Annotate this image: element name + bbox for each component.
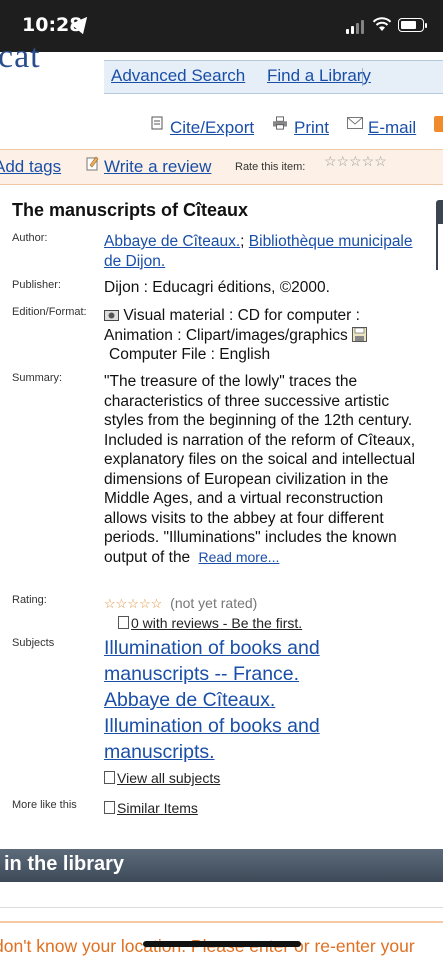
document-icon: [118, 615, 129, 629]
cite-export-link[interactable]: Cite/Export: [170, 118, 254, 138]
visual-material-icon: [104, 310, 119, 321]
summary-value: "The treasure of the lowly" traces the c…: [104, 372, 422, 567]
find-library-link[interactable]: Find a Library: [267, 66, 371, 86]
summary-label: Summary:: [12, 372, 63, 384]
view-all-subjects-link[interactable]: View all subjects: [117, 770, 220, 786]
home-indicator[interactable]: [143, 941, 301, 947]
author-link-1[interactable]: Abbaye de Cîteaux.: [104, 233, 240, 250]
print-link[interactable]: Print: [294, 118, 329, 138]
library-section-header: in the library: [0, 849, 443, 882]
add-tags-link[interactable]: Add tags: [0, 157, 61, 177]
divider: [0, 907, 443, 908]
record-title: The manuscripts of Cîteaux: [12, 200, 249, 220]
subject-link[interactable]: Illumination of books and manuscripts.: [104, 715, 320, 763]
subjects-list: Illumination of books and manuscripts --…: [104, 635, 422, 765]
more-like-this-label: More like this: [12, 799, 77, 811]
subject-link[interactable]: Abbaye de Cîteaux.: [104, 689, 275, 711]
site-header: cat Advanced Search Find a Library: [0, 38, 443, 102]
share-icon[interactable]: [434, 116, 443, 132]
edition-value: Visual material : CD for computer : Anim…: [104, 306, 422, 365]
rate-item-label: Rate this item:: [235, 161, 306, 173]
author-value: Abbaye de Cîteaux.; Bibliothèque municip…: [104, 232, 422, 271]
document-icon: [104, 771, 115, 784]
edition-format-text: Visual material : CD for computer : Anim…: [104, 307, 360, 344]
side-panel-tab[interactable]: [436, 200, 443, 270]
author-label: Author:: [12, 232, 48, 244]
print-icon: [273, 116, 287, 130]
email-icon: [347, 117, 363, 129]
computer-file-text: Computer File : English: [109, 346, 271, 363]
edition-label: Edition/Format:: [12, 306, 87, 318]
view-all-row: View all subjects: [104, 769, 422, 789]
wifi-icon: [372, 17, 392, 31]
library-heading: in the library: [4, 853, 125, 875]
tag-review-bar: Add tags Write a review Rate this item: …: [0, 149, 443, 185]
site-logo[interactable]: cat: [0, 38, 41, 76]
reviews-link[interactable]: 0 with reviews - Be the first.: [131, 615, 302, 631]
summary-text: "The treasure of the lowly" traces the c…: [104, 373, 416, 566]
similar-row: Similar Items: [104, 799, 422, 819]
computer-file-icon: [352, 326, 368, 342]
publisher-value: Dijon : Educagri éditions, ©2000.: [104, 279, 330, 296]
similar-items-link[interactable]: Similar Items: [117, 800, 198, 816]
write-review-link[interactable]: Write a review: [104, 157, 211, 177]
document-icon: [104, 801, 115, 814]
subject-link[interactable]: Illumination of books and manuscripts --…: [104, 637, 320, 685]
email-link[interactable]: E-mail: [368, 118, 416, 138]
advanced-search-link[interactable]: Advanced Search: [111, 66, 245, 86]
author-separator: ;: [240, 233, 245, 250]
rating-value: ☆☆☆☆☆ (not yet rated) 0 with reviews - B…: [104, 594, 422, 633]
rate-stars[interactable]: ☆☆☆☆☆: [324, 153, 387, 170]
subjects-label: Subjects: [12, 637, 55, 649]
rating-text: (not yet rated): [170, 595, 258, 611]
rating-stars: ☆☆☆☆☆: [104, 596, 163, 611]
publisher-label: Publisher:: [12, 279, 61, 291]
header-link-bar: Advanced Search Find a Library: [104, 60, 443, 94]
write-review-icon: [86, 156, 99, 171]
rating-label: Rating:: [12, 594, 47, 606]
read-more-link[interactable]: Read more...: [199, 549, 280, 565]
cite-icon: [151, 116, 163, 130]
status-bar: 10:28: [0, 0, 443, 52]
divider: [0, 921, 443, 923]
record-toolbar: Cite/Export Print E-mail: [0, 110, 443, 146]
battery-icon: [398, 18, 427, 32]
